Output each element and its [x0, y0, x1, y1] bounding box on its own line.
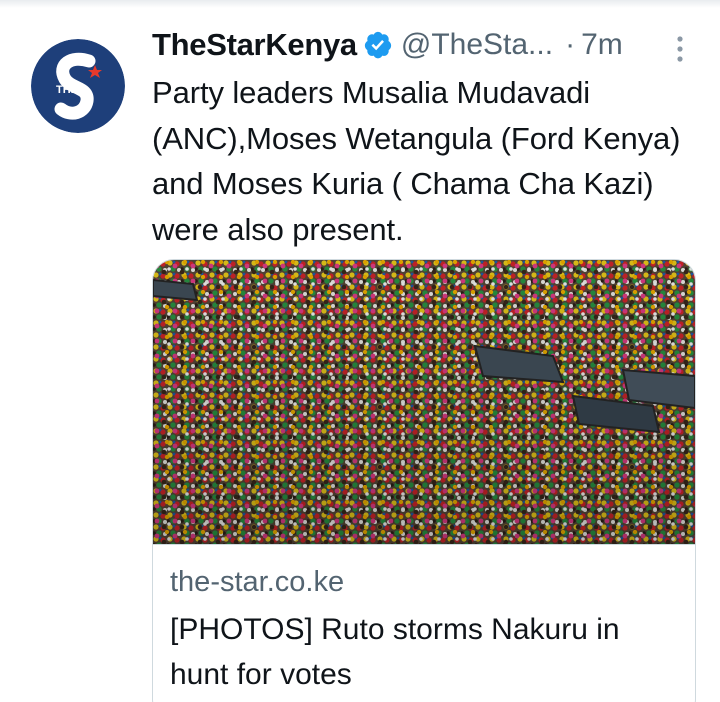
display-name[interactable]: TheStarKenya [152, 27, 357, 63]
crowd-photo[interactable] [153, 260, 695, 544]
card-domain: the-star.co.ke [170, 566, 345, 598]
thestar-logo-icon: THE [31, 39, 125, 133]
top-divider [0, 0, 720, 8]
verified-badge-icon [364, 31, 391, 59]
link-card[interactable]: the-star.co.ke [PHOTOS] Ruto storms Naku… [152, 259, 696, 702]
separator-dot: · [565, 28, 576, 61]
handle[interactable]: @TheSta... [401, 28, 553, 62]
avatar[interactable]: THE [31, 39, 125, 133]
tweet-text: Party leaders Musalia Mudavadi (ANC),Mos… [152, 75, 681, 247]
tweet-header: TheStarKenya @TheSta... · 7m [152, 22, 700, 68]
avatar-logo-text: THE [56, 84, 78, 96]
timestamp[interactable]: 7m [581, 28, 623, 62]
tweet[interactable]: THE TheStarKenya @TheSta... · 7m Party l… [0, 0, 720, 702]
more-vertical-icon[interactable] [674, 34, 686, 64]
card-title[interactable]: [PHOTOS] Ruto storms Nakuru in hunt for … [170, 607, 680, 697]
card-body: the-star.co.ke [PHOTOS] Ruto storms Naku… [153, 544, 695, 697]
tweet-content: TheStarKenya @TheSta... · 7m Party leade… [152, 22, 700, 252]
